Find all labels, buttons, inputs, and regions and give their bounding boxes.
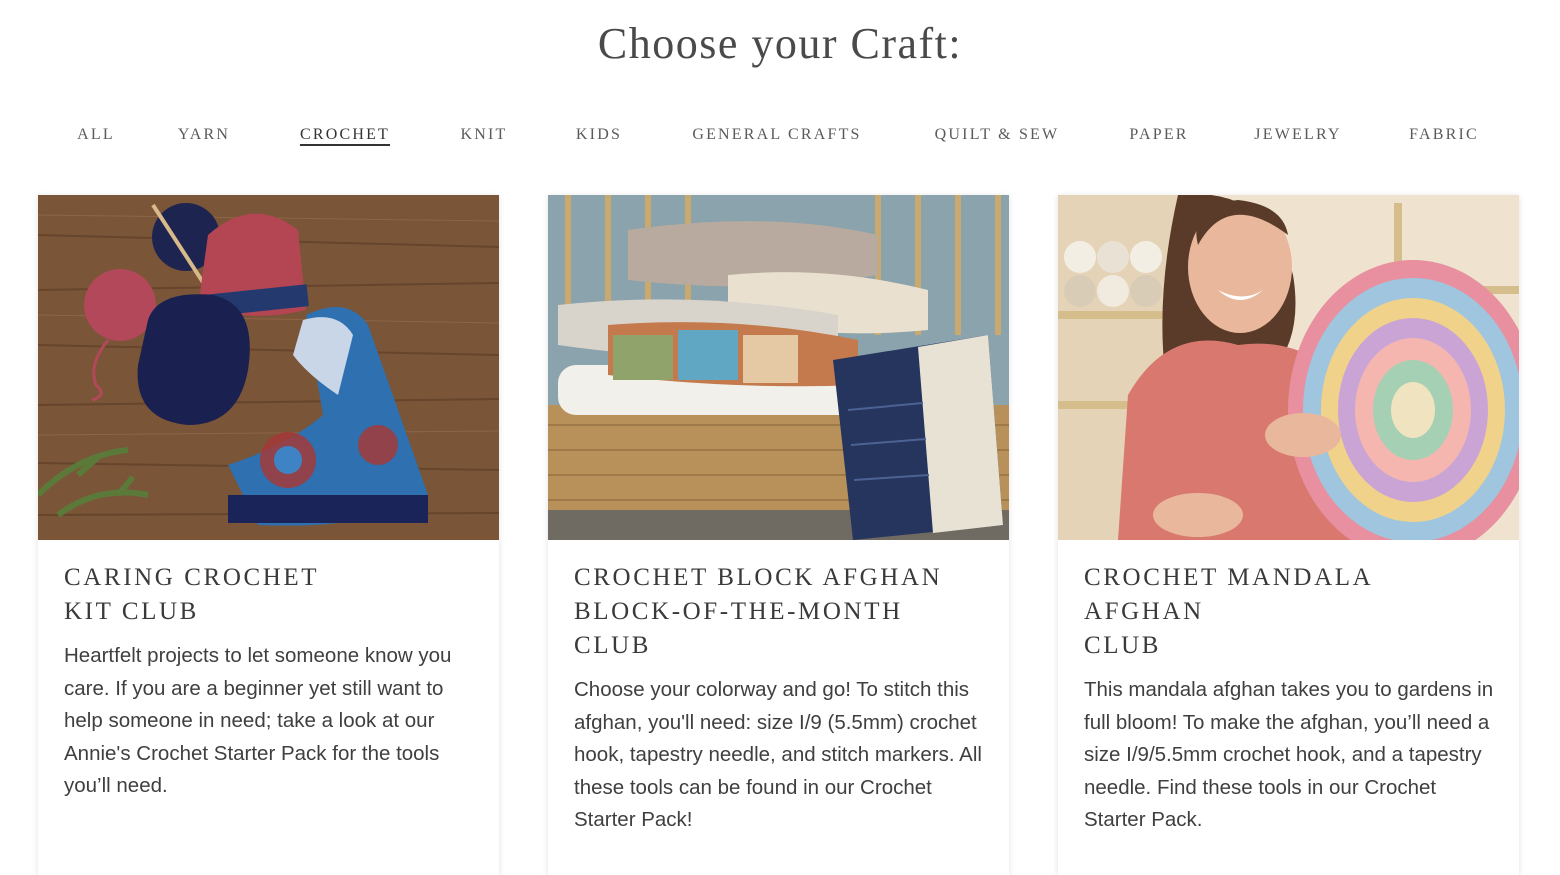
nav-item-all[interactable]: ALL [77, 126, 115, 144]
card-image-woman-with-mandala[interactable] [1058, 195, 1519, 540]
nav-item-crochet[interactable]: CROCHET [300, 126, 390, 144]
nav-item-quilt-sew[interactable]: QUILT & SEW [935, 126, 1060, 144]
page-title: Choose your Craft: [597, 19, 963, 68]
nav-item-knit[interactable]: KNIT [460, 126, 507, 144]
nav-item-general-crafts[interactable]: GENERAL CRAFTS [692, 126, 861, 144]
card-image-afghan-on-settee[interactable] [548, 195, 1009, 540]
nav-item-kids[interactable]: KIDS [576, 126, 622, 144]
nav-item-yarn[interactable]: YARN [178, 126, 230, 144]
card-image-hats-scarf[interactable] [38, 195, 499, 540]
craft-filter-nav: ALL YARN CROCHET KNIT KIDS GENERAL CRAFT… [0, 126, 1560, 154]
club-card-mandala-afghan[interactable]: CROCHET MANDALA AFGHAN CLUB This mandala… [1058, 195, 1519, 875]
card-title[interactable]: CARING CROCHET KIT CLUB [64, 561, 484, 629]
card-title[interactable]: CROCHET BLOCK AFGHAN BLOCK-OF-THE-MONTH … [574, 561, 994, 663]
card-title[interactable]: CROCHET MANDALA AFGHAN CLUB [1084, 561, 1504, 663]
nav-item-paper[interactable]: PAPER [1129, 126, 1188, 144]
card-description: Heartfelt projects to let someone know y… [64, 644, 452, 797]
nav-item-fabric[interactable]: FABRIC [1409, 126, 1479, 144]
club-card-block-afghan[interactable]: CROCHET BLOCK AFGHAN BLOCK-OF-THE-MONTH … [548, 195, 1009, 875]
club-card-caring-crochet[interactable]: CARING CROCHET KIT CLUB Heartfelt projec… [38, 195, 499, 875]
nav-item-jewelry[interactable]: JEWELRY [1254, 126, 1341, 144]
card-description: This mandala afghan takes you to gardens… [1084, 678, 1494, 831]
card-description: Choose your colorway and go! To stitch t… [574, 678, 982, 831]
